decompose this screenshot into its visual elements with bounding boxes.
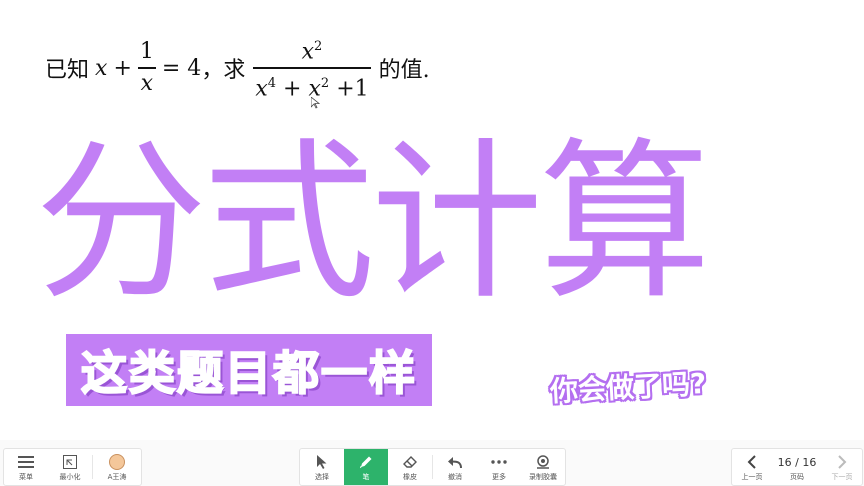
pager-toolbar: 上一页 16 / 16 页码 下一页	[731, 448, 863, 486]
slide-canvas: 已知 x + 1 x = 4 ， 求 x2 x4 + x2 +1 的值. 分式计…	[0, 0, 864, 440]
undo-icon	[447, 452, 463, 472]
minimize-button[interactable]: 最小化	[48, 449, 92, 485]
chevron-right-icon	[837, 452, 847, 472]
minimize-icon	[63, 452, 77, 472]
menu-label: 菜单	[19, 473, 33, 481]
menu-button[interactable]: 菜单	[4, 449, 48, 485]
question-suffix: 的值.	[378, 58, 430, 83]
more-icon	[491, 452, 507, 472]
minimize-label: 最小化	[59, 473, 81, 481]
chevron-left-icon	[747, 452, 757, 472]
cursor-icon	[316, 452, 328, 472]
next-page-button[interactable]: 下一页	[822, 449, 862, 485]
question-equals-value: = 4	[161, 55, 202, 81]
select-tool-button[interactable]: 选择	[300, 449, 344, 485]
fraction-denominator: x	[140, 70, 154, 96]
banner-text: 这类题目都一样	[80, 345, 417, 401]
undo-label: 撤消	[448, 473, 462, 481]
banner: 这类题目都一样	[66, 334, 432, 406]
page-indicator-button[interactable]: 16 / 16 页码	[772, 449, 822, 485]
user-label: A王涛	[107, 473, 127, 481]
select-tool-label: 选择	[315, 473, 329, 481]
user-button[interactable]: A王涛	[93, 449, 141, 485]
record-label: 录制胶囊	[529, 473, 557, 481]
eraser-tool-button[interactable]: 橡皮	[388, 449, 432, 485]
menu-icon	[18, 452, 34, 472]
fraction-one-over-x: 1 x	[137, 37, 156, 99]
pen-tool-label: 笔	[362, 473, 370, 481]
question-plus: +	[113, 55, 132, 81]
eraser-tool-label: 橡皮	[403, 473, 417, 481]
record-button[interactable]: 录制胶囊	[521, 449, 565, 485]
question-comma: ，	[201, 58, 224, 83]
math-question: 已知 x + 1 x = 4 ， 求 x2 x4 + x2 +1 的值.	[45, 28, 430, 108]
target-fraction: x2 x4 + x2 +1	[253, 32, 371, 104]
record-icon	[534, 452, 552, 472]
more-label: 更多	[492, 473, 506, 481]
target-numerator: x2	[301, 38, 323, 65]
more-button[interactable]: 更多	[477, 449, 521, 485]
left-toolbar: 菜单 最小化 A王涛	[3, 448, 142, 486]
fraction-numerator: 1	[139, 39, 154, 65]
eraser-icon	[402, 452, 418, 472]
question-var-x: x	[95, 55, 108, 81]
prev-page-label: 上一页	[741, 473, 763, 481]
prev-page-button[interactable]: 上一页	[732, 449, 772, 485]
slide-title: 分式计算	[35, 122, 711, 323]
page-indicator: 16 / 16	[777, 455, 817, 469]
mouse-cursor-icon	[310, 96, 321, 112]
pen-tool-button[interactable]: 笔	[344, 449, 388, 485]
question-prefix: 已知	[45, 58, 90, 83]
center-toolbar: 选择 笔 橡皮 撤消 更多 录制胶囊	[299, 448, 566, 486]
undo-button[interactable]: 撤消	[433, 449, 477, 485]
side-note: 你会做了吗?	[549, 366, 708, 409]
pen-icon	[358, 452, 374, 472]
page-label: 页码	[790, 473, 804, 481]
avatar-icon	[109, 454, 125, 470]
next-page-label: 下一页	[831, 473, 853, 481]
question-ask: 求	[223, 58, 246, 83]
